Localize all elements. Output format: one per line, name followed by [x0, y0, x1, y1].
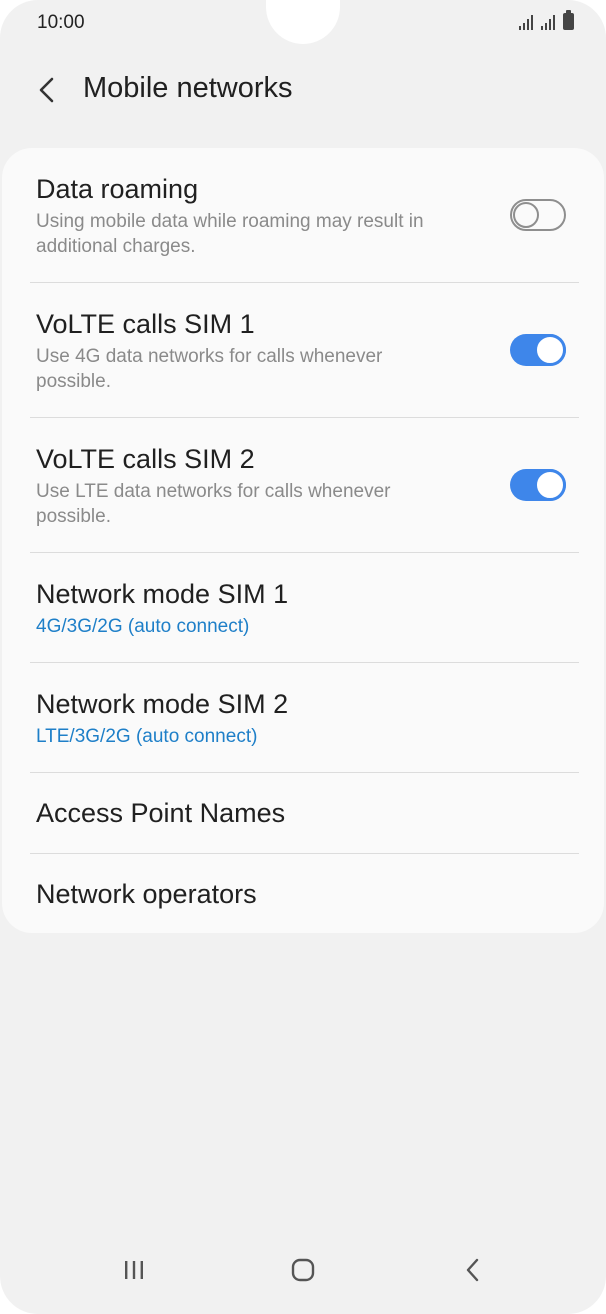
toggle-knob: [534, 334, 566, 366]
signal-icon: [519, 15, 533, 30]
setting-title: Network mode SIM 1: [36, 579, 289, 609]
toggle-knob: [534, 469, 566, 501]
navigation-bar: [0, 1224, 606, 1314]
setting-subtitle: Using mobile data while roaming may resu…: [36, 211, 424, 257]
volte-sim2-toggle[interactable]: [510, 469, 566, 501]
back-button[interactable]: [28, 70, 68, 110]
setting-access-point-names[interactable]: Access Point Names: [36, 796, 581, 830]
status-time: 10:00: [37, 12, 85, 33]
home-button[interactable]: [281, 1248, 325, 1292]
phone-screen: 10:00 Mobile networks Data roaming Using…: [0, 0, 606, 1314]
page-title: Mobile networks: [83, 72, 293, 104]
chevron-left-icon: [39, 77, 54, 103]
divider: [30, 417, 579, 418]
divider: [30, 282, 579, 283]
settings-card: Data roaming Using mobile data while roa…: [2, 148, 604, 933]
divider: [30, 772, 579, 773]
setting-network-operators[interactable]: Network operators: [36, 877, 581, 911]
data-roaming-toggle[interactable]: [510, 199, 566, 231]
recents-button[interactable]: [112, 1248, 156, 1292]
setting-data-roaming[interactable]: Data roaming Using mobile data while roa…: [36, 172, 581, 259]
setting-title: Network mode SIM 2: [36, 689, 289, 719]
divider: [30, 662, 579, 663]
setting-subtitle: Use LTE data networks for calls whenever…: [36, 481, 391, 527]
status-bar: 10:00: [0, 0, 606, 48]
app-bar: Mobile networks: [0, 58, 606, 122]
setting-title: Data roaming: [36, 174, 199, 204]
home-icon: [291, 1258, 315, 1282]
setting-title: VoLTE calls SIM 2: [36, 444, 255, 474]
setting-title: Access Point Names: [36, 798, 286, 828]
setting-value: 4G/3G/2G (auto connect): [36, 616, 250, 637]
volte-sim1-toggle[interactable]: [510, 334, 566, 366]
status-icons: [519, 10, 574, 30]
divider: [30, 853, 579, 854]
setting-value: LTE/3G/2G (auto connect): [36, 726, 258, 747]
setting-subtitle: Use 4G data networks for calls whenever …: [36, 346, 383, 392]
recents-icon: [125, 1261, 143, 1279]
setting-volte-sim1[interactable]: VoLTE calls SIM 1 Use 4G data networks f…: [36, 307, 581, 394]
divider: [30, 552, 579, 553]
setting-title: Network operators: [36, 879, 257, 909]
back-icon: [466, 1258, 479, 1282]
setting-title: VoLTE calls SIM 1: [36, 309, 255, 339]
setting-network-mode-sim1[interactable]: Network mode SIM 1 4G/3G/2G (auto connec…: [36, 577, 581, 639]
setting-network-mode-sim2[interactable]: Network mode SIM 2 LTE/3G/2G (auto conne…: [36, 687, 581, 749]
signal-icon: [541, 15, 555, 30]
setting-volte-sim2[interactable]: VoLTE calls SIM 2 Use LTE data networks …: [36, 442, 581, 529]
toggle-knob: [513, 202, 539, 228]
system-back-button[interactable]: [451, 1248, 495, 1292]
battery-icon: [563, 10, 574, 30]
